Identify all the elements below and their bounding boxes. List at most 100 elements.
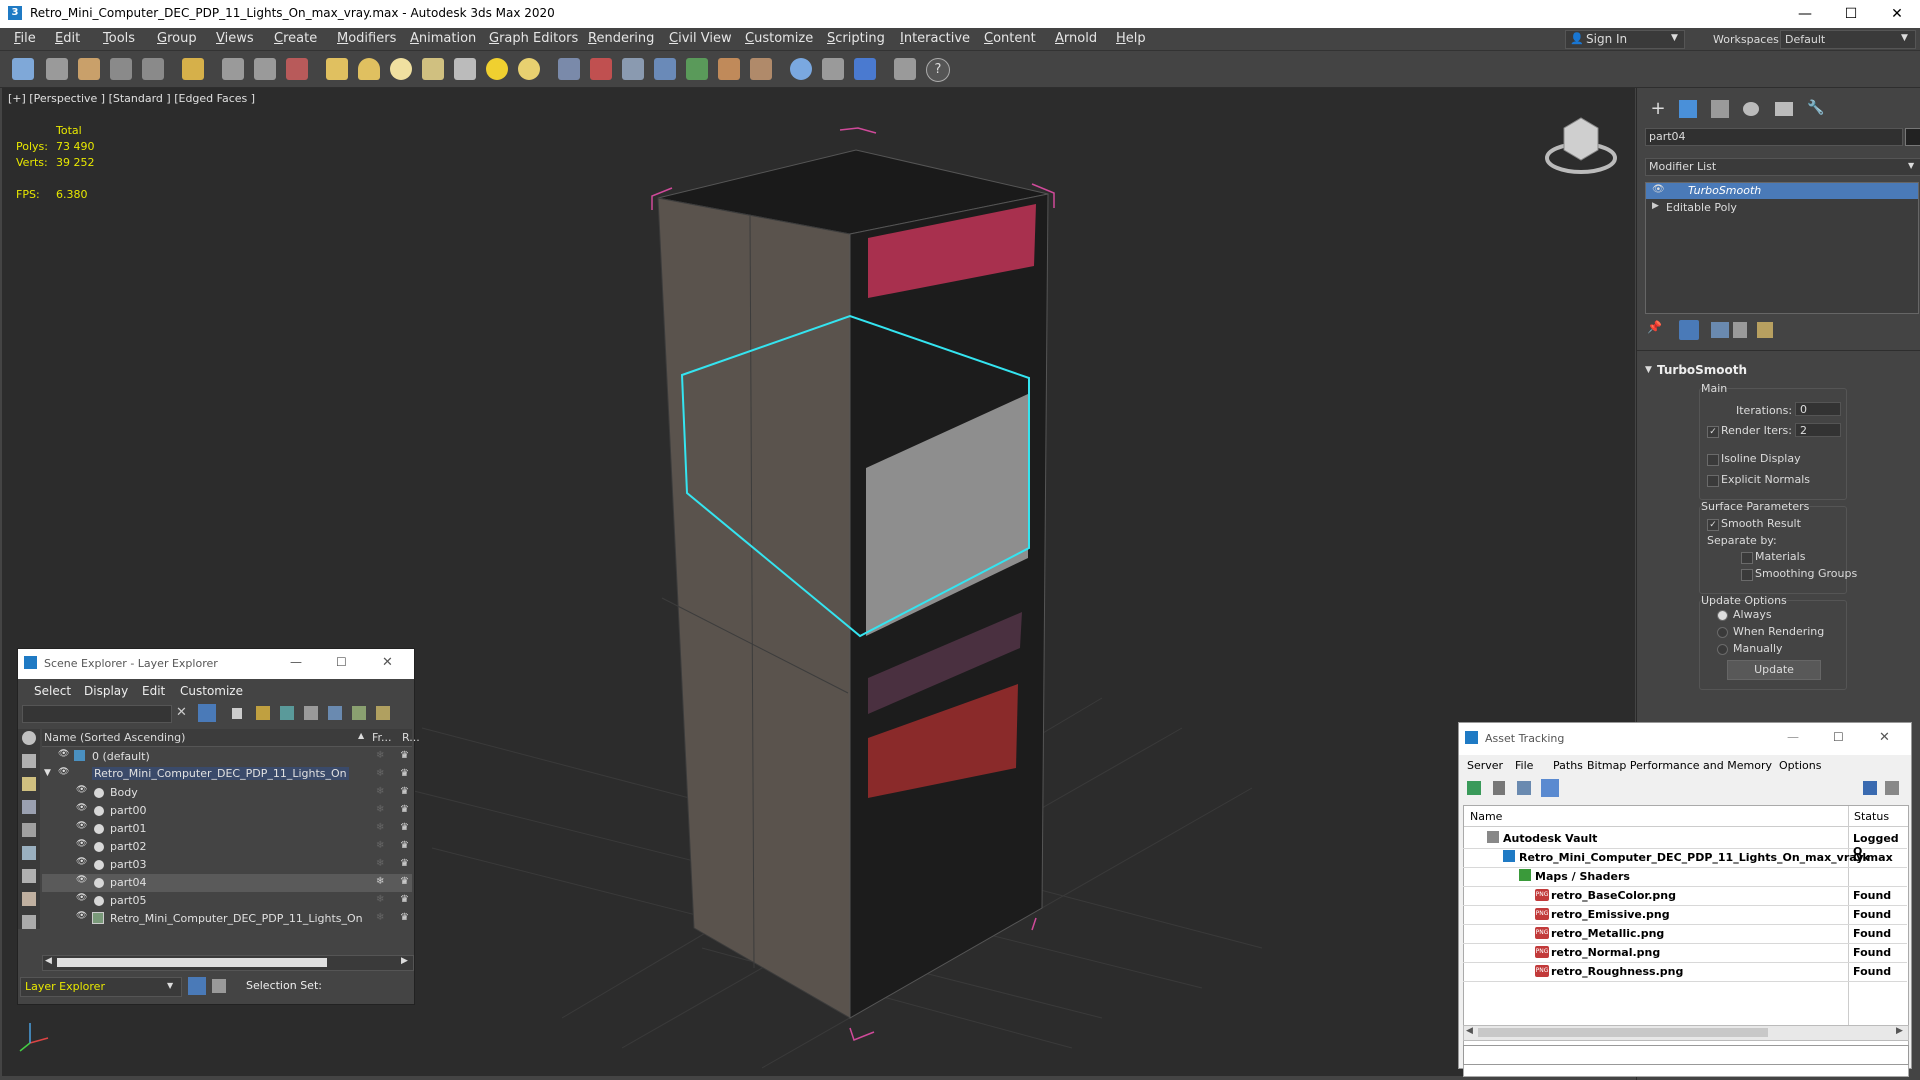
render-icon[interactable]: ♛ bbox=[400, 822, 409, 833]
make-unique-icon[interactable] bbox=[1711, 322, 1729, 338]
menu-rendering[interactable]: Rendering bbox=[588, 31, 654, 46]
asset-row[interactable]: PNG retro_Roughness.png Found bbox=[1463, 962, 1907, 982]
menu-arnold[interactable]: Arnold bbox=[1055, 31, 1097, 46]
eye-icon[interactable]: 👁 bbox=[76, 803, 87, 813]
select-children-icon[interactable] bbox=[304, 706, 318, 720]
menu-group[interactable]: Group bbox=[157, 31, 197, 46]
menu-options[interactable]: Options bbox=[1779, 759, 1821, 772]
display-geometry-icon[interactable] bbox=[22, 731, 36, 745]
scroll-left-icon[interactable]: ◀ bbox=[45, 956, 52, 966]
freeze-icon[interactable]: ❄ bbox=[376, 912, 384, 923]
menu-edit[interactable]: Edit bbox=[55, 31, 80, 46]
menu-file[interactable]: File bbox=[1515, 759, 1533, 772]
freeze-icon[interactable]: ❄ bbox=[376, 786, 384, 797]
filter-icon[interactable] bbox=[198, 704, 216, 722]
modifier-list-dropdown[interactable]: Modifier List ▼ bbox=[1645, 158, 1920, 176]
freeze-icon[interactable]: ❄ bbox=[376, 822, 384, 833]
object-row-selected[interactable]: 👁 part04 ❄ ♛ bbox=[42, 874, 412, 892]
scroll-left-icon[interactable]: ◀ bbox=[1466, 1026, 1473, 1036]
omni-light-icon[interactable] bbox=[518, 58, 540, 80]
hair-fur-icon[interactable] bbox=[718, 58, 740, 80]
sign-in-dropdown[interactable]: 👤 Sign In ▼ bbox=[1565, 30, 1685, 49]
computer-cabinet[interactable] bbox=[657, 149, 1049, 1019]
menu-file[interactable]: File bbox=[14, 31, 36, 46]
modify-tab-icon[interactable] bbox=[1679, 100, 1697, 118]
layer-row[interactable]: 👁 0 (default) ❄ ♛ bbox=[42, 748, 412, 766]
menu-display[interactable]: Display bbox=[84, 684, 128, 698]
create-tab-icon[interactable]: + bbox=[1647, 98, 1669, 119]
eye-icon[interactable]: 👁 bbox=[76, 839, 87, 849]
col-render-header[interactable]: R... bbox=[402, 731, 420, 744]
turbosmooth-rollout-header[interactable]: ▼ TurboSmooth bbox=[1643, 362, 1913, 382]
move-icon[interactable] bbox=[222, 58, 244, 80]
asset-tracking-titlebar[interactable]: Asset Tracking — ☐ ✕ bbox=[1459, 723, 1911, 755]
box-icon[interactable] bbox=[326, 58, 348, 80]
scene-explorer-titlebar[interactable]: Scene Explorer - Layer Explorer — ☐ ✕ bbox=[18, 649, 414, 679]
grass-icon[interactable] bbox=[686, 58, 708, 80]
expand-icon[interactable]: ▶ bbox=[1652, 201, 1659, 211]
display-shapes-icon[interactable] bbox=[22, 754, 36, 768]
dome-icon[interactable] bbox=[358, 58, 380, 80]
menu-bitmap-performance[interactable]: Bitmap Performance and Memory bbox=[1587, 759, 1772, 772]
render-icon[interactable]: ♛ bbox=[400, 786, 409, 797]
scroll-right-icon[interactable]: ▶ bbox=[401, 956, 408, 966]
isoline-display-checkbox[interactable] bbox=[1707, 454, 1719, 466]
smoothing-groups-checkbox[interactable] bbox=[1741, 569, 1753, 581]
eye-icon[interactable]: 👁 bbox=[58, 767, 69, 777]
eye-icon[interactable]: 👁 bbox=[76, 785, 87, 795]
render-icon[interactable]: ♛ bbox=[400, 750, 409, 761]
create-layer-icon[interactable] bbox=[256, 706, 270, 720]
asset-row[interactable]: Autodesk Vault Logged O bbox=[1463, 829, 1907, 858]
highlight-icon[interactable] bbox=[352, 706, 366, 720]
display-tab-icon[interactable] bbox=[1775, 102, 1793, 116]
menu-tools[interactable]: Tools bbox=[103, 31, 135, 46]
bind-spacewarp-icon[interactable] bbox=[142, 58, 164, 80]
render-icon[interactable]: ♛ bbox=[400, 840, 409, 851]
asset-row[interactable]: PNG retro_Emissive.png Found bbox=[1463, 905, 1907, 925]
menu-help[interactable]: Help bbox=[1116, 31, 1146, 46]
freeze-icon[interactable]: ❄ bbox=[376, 876, 384, 887]
render-icon[interactable]: ♛ bbox=[400, 912, 409, 923]
clear-search-icon[interactable]: ✕ bbox=[176, 705, 187, 720]
settings-icon[interactable] bbox=[1885, 781, 1899, 795]
menu-modifiers[interactable]: Modifiers bbox=[337, 31, 396, 46]
display-helpers-icon[interactable] bbox=[22, 823, 36, 837]
asset-row[interactable]: PNG retro_BaseColor.png Found bbox=[1463, 886, 1907, 906]
freeze-icon[interactable]: ❄ bbox=[376, 750, 384, 761]
scale-icon[interactable] bbox=[286, 58, 308, 80]
particle-icon[interactable] bbox=[654, 58, 676, 80]
freeze-icon[interactable]: ❄ bbox=[376, 858, 384, 869]
menu-create[interactable]: Create bbox=[274, 31, 317, 46]
maximize-icon[interactable]: ☐ bbox=[1833, 730, 1844, 744]
refresh-icon[interactable] bbox=[1467, 781, 1481, 795]
col-freeze-header[interactable]: Fr... bbox=[372, 731, 392, 744]
asset-horizontal-scrollbar[interactable]: ◀ ▶ bbox=[1463, 1025, 1909, 1041]
eye-icon[interactable]: 👁 bbox=[76, 911, 87, 921]
configure-modifier-sets-icon[interactable] bbox=[1757, 322, 1773, 338]
render-icon[interactable]: ♛ bbox=[400, 894, 409, 905]
display-bones-icon[interactable] bbox=[22, 915, 36, 929]
explicit-normals-checkbox[interactable] bbox=[1707, 475, 1719, 487]
sync-icon[interactable] bbox=[376, 706, 390, 720]
menu-edit[interactable]: Edit bbox=[142, 684, 165, 698]
table-view-icon[interactable] bbox=[1541, 779, 1559, 797]
menu-civil-view[interactable]: Civil View bbox=[669, 31, 732, 46]
scroll-right-icon[interactable]: ▶ bbox=[1896, 1026, 1903, 1036]
grid-icon[interactable] bbox=[558, 58, 580, 80]
menu-customize[interactable]: Customize bbox=[180, 684, 243, 698]
object-row[interactable]: 👁 part05 ❄ ♛ bbox=[42, 892, 412, 910]
asset-path-field[interactable] bbox=[1463, 1045, 1909, 1065]
menu-scripting[interactable]: Scripting bbox=[827, 31, 885, 46]
teapot-icon[interactable] bbox=[422, 58, 444, 80]
object-row[interactable]: 👁 Retro_Mini_Computer_DEC_PDP_11_Lights_… bbox=[42, 910, 412, 928]
close-icon[interactable]: ✕ bbox=[382, 655, 393, 670]
select-link-icon[interactable] bbox=[78, 58, 100, 80]
display-groups-icon[interactable] bbox=[22, 869, 36, 883]
light-icon[interactable] bbox=[182, 58, 204, 80]
col-status-header[interactable]: Status bbox=[1854, 810, 1889, 823]
render-icon[interactable]: ♛ bbox=[400, 858, 409, 869]
layer-row[interactable]: ▼ 👁 Retro_Mini_Computer_DEC_PDP_11_Light… bbox=[42, 766, 412, 784]
render-icon[interactable]: ♛ bbox=[400, 768, 409, 779]
lock-icon[interactable] bbox=[232, 708, 242, 719]
texture-icon[interactable] bbox=[750, 58, 772, 80]
